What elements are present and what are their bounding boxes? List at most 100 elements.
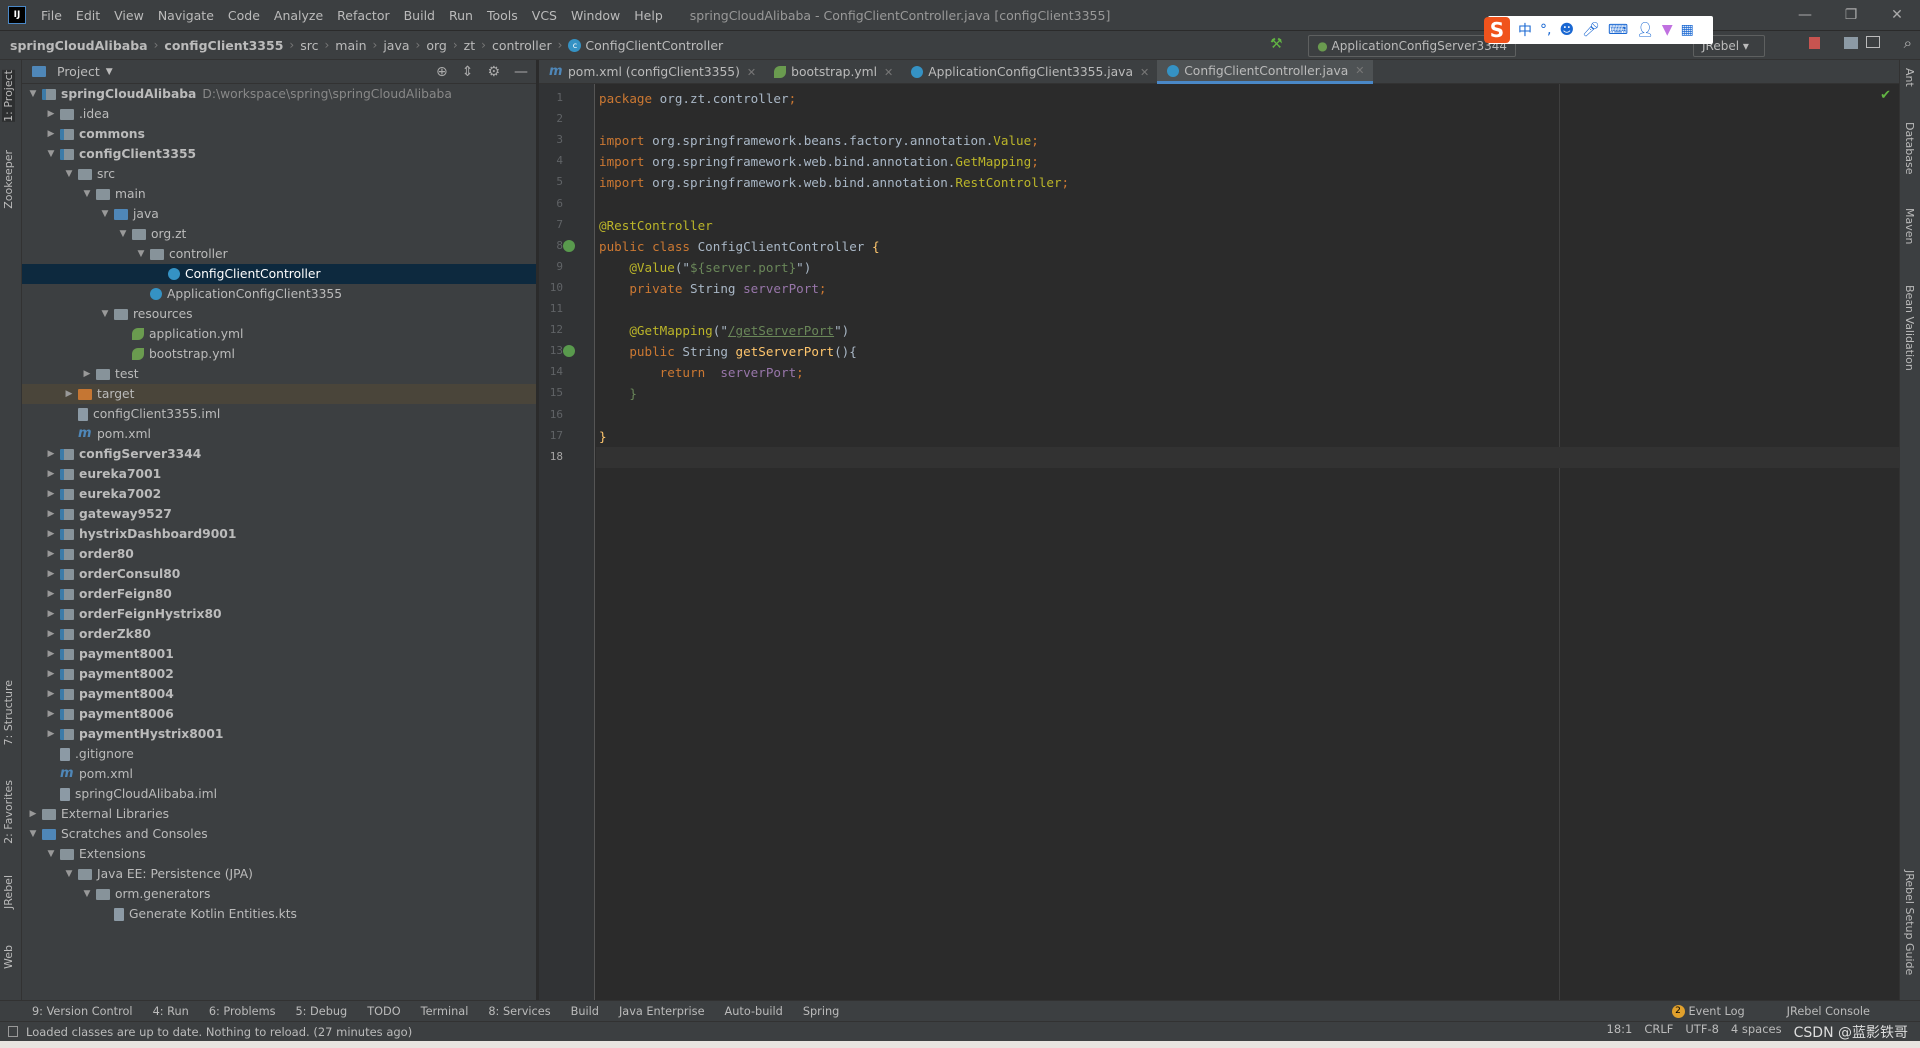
chevron-right-icon[interactable]: ▶ xyxy=(62,389,76,399)
tab-bootstrap-yml[interactable]: bootstrap.yml ✕ xyxy=(764,60,901,84)
layout-icon[interactable] xyxy=(1866,36,1880,48)
tool-5-debug[interactable]: 5: Debug xyxy=(295,1005,347,1018)
breadcrumb-item[interactable]: main xyxy=(335,38,366,53)
menu-code[interactable]: Code xyxy=(221,8,267,23)
tree-item[interactable]: configClient3355.iml xyxy=(22,404,536,424)
ime-punctuation[interactable]: °, xyxy=(1540,22,1551,38)
ime-grid-icon[interactable]: ▦ xyxy=(1681,22,1694,38)
tree-item[interactable]: ▶ orderFeignHystrix80 xyxy=(22,604,536,624)
gear-icon[interactable]: ⚙ xyxy=(487,64,500,80)
line-separator[interactable]: CRLF xyxy=(1644,1022,1673,1042)
ime-keyboard-icon[interactable]: ⌨ xyxy=(1608,22,1628,38)
collapse-all-icon[interactable]: ⇕ xyxy=(462,64,474,80)
breadcrumb-item[interactable]: zt xyxy=(464,38,475,53)
tool-java-enterprise[interactable]: Java Enterprise xyxy=(619,1005,705,1018)
indent-setting[interactable]: 4 spaces xyxy=(1731,1022,1782,1042)
chevron-down-icon[interactable]: ▼ xyxy=(44,149,58,159)
tree-item[interactable]: bootstrap.yml xyxy=(22,344,536,364)
tool-8-services[interactable]: 8: Services xyxy=(488,1005,550,1018)
chevron-right-icon[interactable]: ▶ xyxy=(44,629,58,639)
chevron-down-icon[interactable]: ▼ xyxy=(134,249,148,259)
spring-bean-gutter-icon[interactable] xyxy=(563,239,575,252)
tool-build[interactable]: Build xyxy=(571,1005,599,1018)
stripe-project[interactable]: 1: Project xyxy=(2,70,15,122)
tree-item[interactable]: ▶ payment8004 xyxy=(22,684,536,704)
chevron-down-icon[interactable]: ▼ xyxy=(62,869,76,879)
code-editor[interactable]: 1 2 3 4 5 6 7 8 9 10 11 12 13 14 15 16 17 18 ✔ package or… xyxy=(539,84,1899,1000)
menu-window[interactable]: Window xyxy=(564,8,627,23)
tree-item[interactable]: ▶ orderZk80 xyxy=(22,624,536,644)
tree-item[interactable]: ▼ Java EE: Persistence (JPA) xyxy=(22,864,536,884)
menu-analyze[interactable]: Analyze xyxy=(267,8,330,23)
breadcrumb-item[interactable]: src xyxy=(300,38,318,53)
tree-item[interactable]: .gitignore xyxy=(22,744,536,764)
tool-terminal[interactable]: Terminal xyxy=(421,1005,469,1018)
tree-item[interactable]: ▼ src xyxy=(22,164,536,184)
tree-item[interactable]: ▶ hystrixDashboard9001 xyxy=(22,524,536,544)
menu-navigate[interactable]: Navigate xyxy=(151,8,221,23)
build-hammer-icon[interactable]: ⚒ xyxy=(1270,36,1283,52)
menu-view[interactable]: View xyxy=(107,8,151,23)
caret-position[interactable]: 18:1 xyxy=(1607,1022,1633,1042)
project-structure-icon[interactable] xyxy=(1844,37,1858,49)
tree-item[interactable]: ▼ springCloudAlibaba D:\workspace\spring\s… xyxy=(22,84,536,104)
locate-icon[interactable]: ⊕ xyxy=(436,64,448,80)
ime-user-icon[interactable]: 👤︎ xyxy=(1636,22,1654,38)
tree-item[interactable]: ▶ eureka7001 xyxy=(22,464,536,484)
breadcrumb-item[interactable]: springCloudAlibaba xyxy=(10,38,148,53)
tree-item[interactable]: ApplicationConfigClient3355 xyxy=(22,284,536,304)
menu-build[interactable]: Build xyxy=(397,8,442,23)
tool-jrebel-console[interactable]: JRebel Console xyxy=(1787,1005,1870,1018)
chevron-right-icon[interactable]: ▶ xyxy=(26,809,40,819)
stripe-database[interactable]: Database xyxy=(1903,122,1916,175)
stripe-ant[interactable]: Ant xyxy=(1903,68,1916,87)
menu-file[interactable]: File xyxy=(34,8,69,23)
tool-6-problems[interactable]: 6: Problems xyxy=(209,1005,276,1018)
ime-skin-icon[interactable]: ▼ xyxy=(1662,22,1673,38)
chevron-down-icon[interactable]: ▼ xyxy=(44,849,58,859)
menu-refactor[interactable]: Refactor xyxy=(330,8,396,23)
stripe-favorites[interactable]: 2: Favorites xyxy=(2,780,15,844)
tool-todo[interactable]: TODO xyxy=(367,1005,400,1018)
close-tab-icon[interactable]: ✕ xyxy=(1355,64,1364,77)
spring-bean-gutter-icon[interactable] xyxy=(563,345,575,358)
breadcrumb-item[interactable]: configClient3355 xyxy=(164,38,283,53)
stripe-jrebel[interactable]: JRebel xyxy=(2,875,15,909)
breadcrumb-item[interactable]: ConfigClientController xyxy=(585,38,723,53)
tool-9-version-control[interactable]: 9: Version Control xyxy=(32,1005,133,1018)
tree-item[interactable]: ▶ orderFeign80 xyxy=(22,584,536,604)
chevron-down-icon[interactable]: ▼ xyxy=(80,189,94,199)
chevron-right-icon[interactable]: ▶ xyxy=(44,109,58,119)
tree-item[interactable]: ▶ orderConsul80 xyxy=(22,564,536,584)
menu-help[interactable]: Help xyxy=(627,8,670,23)
menu-run[interactable]: Run xyxy=(442,8,480,23)
chevron-down-icon[interactable]: ▼ xyxy=(116,229,130,239)
chevron-down-icon[interactable]: ▼ xyxy=(26,89,40,99)
project-view-select[interactable]: Project xyxy=(57,64,100,79)
tree-item[interactable]: m pom.xml xyxy=(22,424,536,444)
stripe-zookeeper[interactable]: Zookeeper xyxy=(2,150,15,209)
stripe-web[interactable]: Web xyxy=(2,945,15,969)
breadcrumb-item[interactable]: org xyxy=(426,38,447,53)
chevron-right-icon[interactable]: ▶ xyxy=(44,589,58,599)
tool-event-log[interactable]: Event Log xyxy=(1689,1005,1745,1018)
inspection-ok-icon[interactable]: ✔ xyxy=(1880,88,1891,103)
restore-icon[interactable]: ❐ xyxy=(1828,0,1874,30)
chevron-right-icon[interactable]: ▶ xyxy=(44,669,58,679)
tree-item[interactable]: ▶ order80 xyxy=(22,544,536,564)
tree-item[interactable]: ConfigClientController xyxy=(22,264,536,284)
stripe-structure[interactable]: 7: Structure xyxy=(2,680,15,745)
tree-item[interactable]: Generate Kotlin Entities.kts xyxy=(22,904,536,924)
tool-4-run[interactable]: 4: Run xyxy=(153,1005,189,1018)
tree-item[interactable]: ▶ target xyxy=(22,384,536,404)
tree-item[interactable]: ▶ configServer3344 xyxy=(22,444,536,464)
tree-item[interactable]: ▼ controller xyxy=(22,244,536,264)
chevron-right-icon[interactable]: ▶ xyxy=(44,709,58,719)
stripe-bean-validation[interactable]: Bean Validation xyxy=(1903,285,1916,371)
tree-item[interactable]: ▼ org.zt xyxy=(22,224,536,244)
menu-tools[interactable]: Tools xyxy=(480,8,525,23)
chevron-right-icon[interactable]: ▶ xyxy=(44,489,58,499)
chevron-down-icon[interactable]: ▼ xyxy=(26,829,40,839)
status-toggle-icon[interactable] xyxy=(8,1026,18,1037)
ime-chinese-mode[interactable]: 中 xyxy=(1518,20,1532,40)
